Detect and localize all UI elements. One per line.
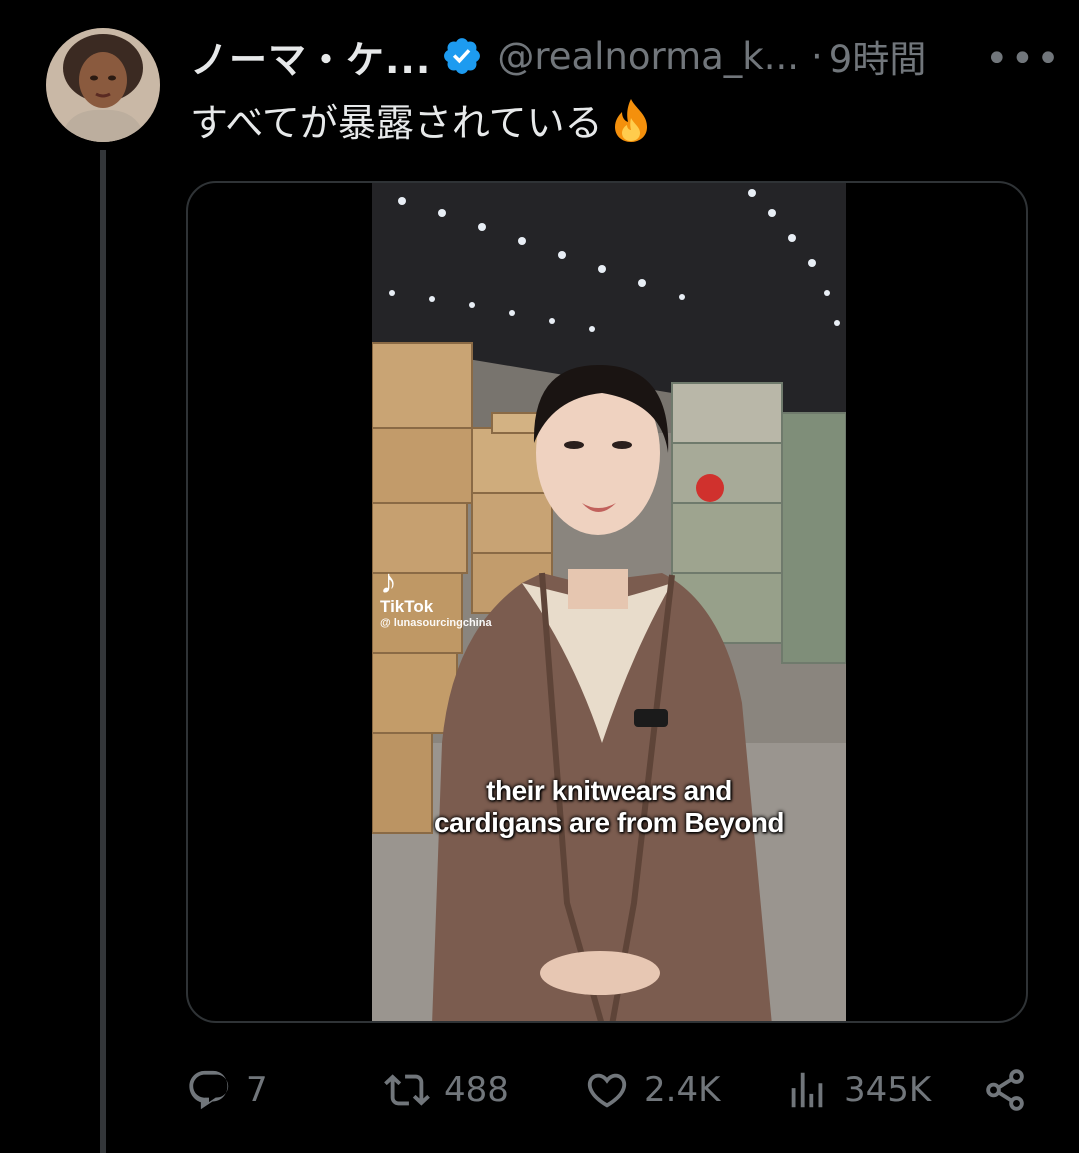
views-icon	[791, 1072, 823, 1108]
video-caption-line-1: their knitwears and	[486, 775, 732, 806]
more-icon[interactable]: •••	[985, 36, 1062, 82]
like-icon	[587, 1073, 627, 1108]
video-frame[interactable]: ♪ TikTok @ lunasourcingchina their knitw…	[372, 183, 846, 1021]
video-caption: their knitwears and cardigans are from B…	[372, 775, 846, 839]
tiktok-watermark-user: @ lunasourcingchina	[380, 617, 492, 629]
tweet-header: ノーマ・ケ... @realnorma_k... · 9時間	[190, 28, 926, 84]
author-name[interactable]: ノーマ・ケ...	[190, 29, 431, 84]
retweet-icon	[384, 1074, 430, 1106]
fire-emoji-icon	[607, 96, 655, 144]
tiktok-watermark-brand: TikTok	[380, 597, 434, 616]
share-icon	[986, 1069, 1024, 1111]
thread-connector-line	[100, 150, 106, 1153]
share-button[interactable]	[982, 1060, 1028, 1120]
tweet-text: すべてが暴露されている	[190, 92, 655, 147]
retweet-count: 488	[444, 1070, 509, 1110]
reply-icon	[189, 1070, 229, 1110]
retweet-button[interactable]: 488	[384, 1060, 509, 1120]
views-count: 345K	[844, 1070, 932, 1110]
reply-button[interactable]: 7	[186, 1060, 268, 1120]
tweet-timestamp[interactable]: 9時間	[829, 29, 927, 83]
tiktok-logo-icon: ♪	[380, 563, 397, 601]
video-media-container[interactable]: ♪ TikTok @ lunasourcingchina their knitw…	[186, 181, 1028, 1023]
author-avatar[interactable]	[46, 28, 160, 142]
separator-dot: ·	[811, 34, 823, 78]
video-caption-line-2: cardigans are from Beyond	[433, 807, 785, 838]
like-count: 2.4K	[644, 1070, 721, 1110]
author-handle[interactable]: @realnorma_k...	[497, 35, 799, 78]
verified-badge-icon	[441, 35, 483, 77]
tweet-action-bar: 7 488 2.4K 345K	[186, 1060, 1028, 1120]
tiktok-watermark: ♪ TikTok @ lunasourcingchina	[380, 563, 492, 629]
reply-count: 7	[246, 1070, 268, 1110]
like-button[interactable]: 2.4K	[584, 1060, 720, 1120]
views-button[interactable]: 345K	[784, 1060, 931, 1120]
tweet-text-body: すべてが暴露されている	[190, 101, 603, 145]
